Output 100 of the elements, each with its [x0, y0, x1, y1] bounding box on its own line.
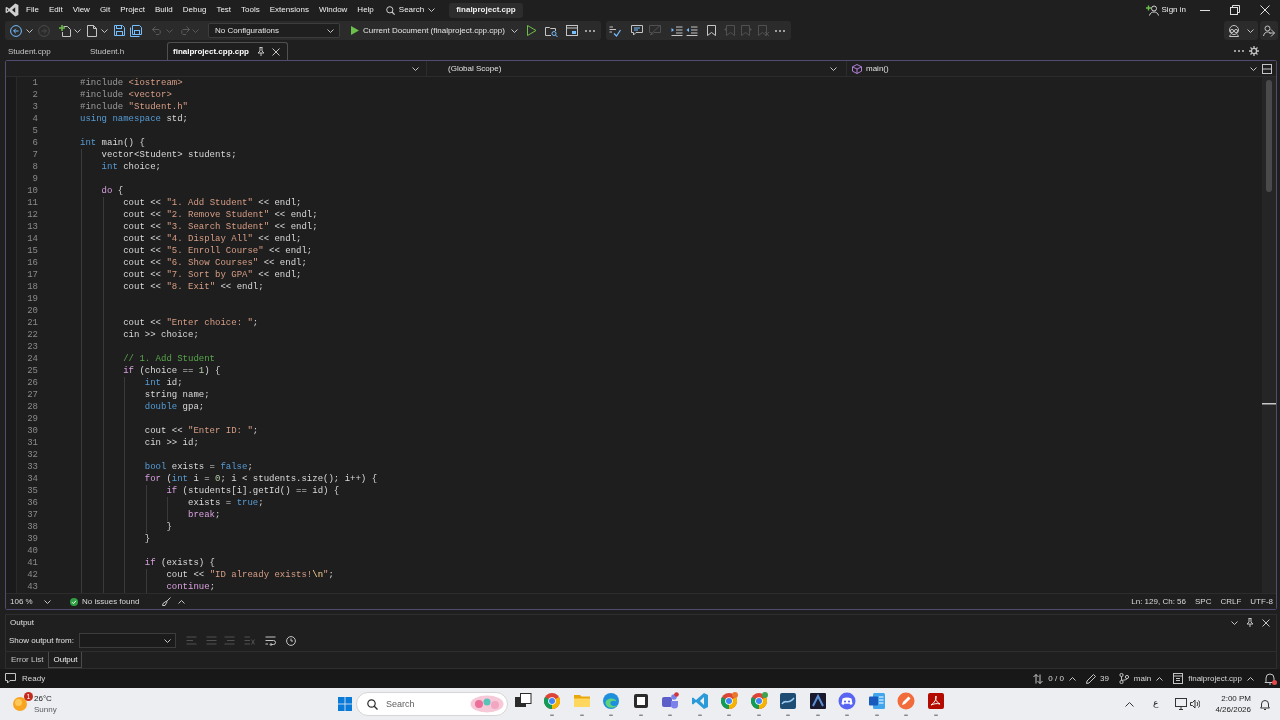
menu-item[interactable]: Edit — [43, 1, 68, 19]
menu-item[interactable]: Test — [211, 1, 237, 19]
speech-bubble-icon[interactable] — [631, 25, 643, 36]
branch-indicator[interactable]: main — [1118, 672, 1164, 685]
caret-down-icon[interactable] — [511, 28, 518, 33]
play-outline-icon[interactable] — [527, 25, 537, 36]
caret-up-icon[interactable] — [178, 599, 186, 604]
changes-indicator[interactable]: 0 / 0 — [1033, 672, 1076, 685]
indentation-mode[interactable]: SPC — [1195, 595, 1212, 608]
file-icon[interactable] — [87, 24, 97, 37]
scope-dropdown[interactable]: (Global Scope) — [426, 61, 843, 76]
clock-time[interactable]: 2:00 PM — [1221, 693, 1251, 704]
menu-item[interactable]: Debug — [177, 1, 212, 19]
clock-icon[interactable] — [285, 635, 296, 646]
issues-indicator[interactable]: No issues found — [70, 595, 140, 608]
save-all-icon[interactable] — [130, 24, 142, 37]
input-language[interactable]: ع — [1153, 697, 1159, 711]
outdent-lines-icon[interactable] — [686, 25, 698, 36]
document-tab[interactable]: Student.cpp — [3, 43, 83, 60]
people-tile-icon[interactable] — [661, 692, 680, 716]
more-icon[interactable] — [775, 29, 785, 32]
goggles-icon[interactable] — [1228, 24, 1240, 37]
menu-item[interactable]: File — [21, 1, 44, 19]
wrap-icon[interactable] — [264, 635, 276, 646]
member-dropdown[interactable]: main() — [846, 61, 1259, 76]
minimize-icon[interactable] — [1200, 9, 1210, 11]
menu-item[interactable]: Git — [94, 1, 116, 19]
chevron-up-icon[interactable] — [1125, 701, 1135, 707]
caret-down-icon[interactable] — [163, 638, 171, 643]
vertical-scrollbar[interactable] — [1262, 77, 1276, 593]
caret-down-icon[interactable] — [412, 66, 419, 71]
caret-down-icon[interactable] — [1250, 66, 1257, 71]
window-icon[interactable] — [566, 25, 578, 36]
segmented-circle-icon[interactable] — [749, 692, 768, 716]
settings-icon[interactable] — [1249, 46, 1259, 56]
square-tile-icon[interactable] — [631, 692, 650, 716]
caret-down-icon[interactable] — [26, 28, 33, 33]
swoosh-tile-icon[interactable] — [926, 692, 945, 716]
repository-indicator[interactable]: finalproject.cpp — [1173, 672, 1254, 685]
notification-bell-icon[interactable] — [1260, 698, 1270, 710]
pin-icon[interactable] — [1246, 618, 1254, 627]
back-arrow-icon[interactable] — [10, 24, 22, 37]
lines-check-icon[interactable] — [609, 24, 621, 37]
notification-bell-icon[interactable] — [1264, 672, 1277, 685]
caret-down-icon[interactable] — [428, 8, 436, 12]
peak-tile-icon[interactable] — [808, 692, 827, 716]
panel-tab[interactable]: Error List — [7, 652, 48, 668]
restore-icon[interactable] — [1230, 5, 1240, 15]
line-ending-mode[interactable]: CRLF — [1220, 595, 1242, 608]
save-icon[interactable] — [114, 25, 125, 36]
caret-down-icon[interactable] — [830, 66, 837, 71]
wave-tile-icon[interactable] — [779, 692, 798, 716]
menu-item[interactable]: Window — [313, 1, 353, 19]
close-icon[interactable] — [1260, 5, 1270, 15]
ribbon-icon[interactable] — [690, 692, 709, 716]
network-icon[interactable] — [1175, 698, 1188, 710]
caret-down-icon[interactable] — [44, 599, 51, 604]
segmented-circle-icon[interactable] — [543, 692, 562, 716]
split-editor-icon[interactable] — [1262, 63, 1272, 74]
run-button[interactable]: Current Document (finalproject.cpp.cpp) — [348, 23, 520, 38]
indent-lines-icon[interactable] — [671, 25, 683, 36]
caret-down-icon[interactable] — [1247, 28, 1254, 33]
menu-item[interactable]: Tools — [236, 1, 265, 19]
menu-item[interactable]: Extensions — [264, 1, 314, 19]
menu-item[interactable]: Build — [150, 1, 178, 19]
close-icon[interactable] — [1262, 618, 1270, 627]
swirl-icon[interactable] — [602, 692, 621, 716]
document-icon[interactable] — [867, 692, 886, 716]
speaker-icon[interactable] — [1190, 699, 1201, 709]
caret-up-icon[interactable] — [1247, 676, 1254, 681]
new-file-icon[interactable] — [59, 24, 71, 37]
close-icon[interactable] — [272, 47, 280, 56]
zoom-dropdown[interactable]: 106 % — [7, 594, 55, 609]
sign-in-button[interactable]: Sign in — [1145, 4, 1186, 16]
panel-tab[interactable]: Output — [48, 652, 83, 668]
person-share-icon[interactable] — [1263, 24, 1275, 37]
bookmark-icon[interactable] — [707, 25, 716, 36]
caret-down-icon[interactable] — [101, 28, 108, 33]
cursor-position[interactable]: Ln: 129, Ch: 56 — [1131, 595, 1186, 608]
menu-item[interactable]: Help — [352, 1, 379, 19]
caret-up-icon[interactable] — [1156, 676, 1164, 681]
document-tab[interactable]: finalproject.cpp.cpp — [167, 42, 288, 60]
caret-down-icon[interactable] — [74, 28, 81, 33]
pencil-circle-icon[interactable] — [897, 692, 916, 716]
edits-indicator[interactable]: 39 — [1085, 672, 1109, 685]
configuration-dropdown[interactable]: No Configurations — [208, 23, 340, 38]
search-menu-button[interactable]: Search — [380, 1, 441, 19]
segmented-circle-icon[interactable] — [720, 692, 739, 716]
more-icon[interactable] — [585, 29, 595, 32]
menu-item[interactable]: View — [67, 1, 95, 19]
caret-down-icon[interactable] — [1231, 620, 1238, 625]
folder-magnifier-icon[interactable] — [545, 24, 558, 37]
caret-up-icon[interactable] — [1068, 676, 1076, 681]
sun-icon[interactable] — [12, 696, 28, 712]
menu-item[interactable]: Project — [115, 1, 151, 19]
file-encoding[interactable]: UTF-8 — [1250, 595, 1273, 608]
gamepad-circle-icon[interactable] — [838, 692, 857, 716]
brush-icon[interactable] — [162, 597, 172, 606]
document-tab[interactable]: Student.h — [85, 43, 165, 60]
caret-down-icon[interactable] — [327, 28, 334, 33]
